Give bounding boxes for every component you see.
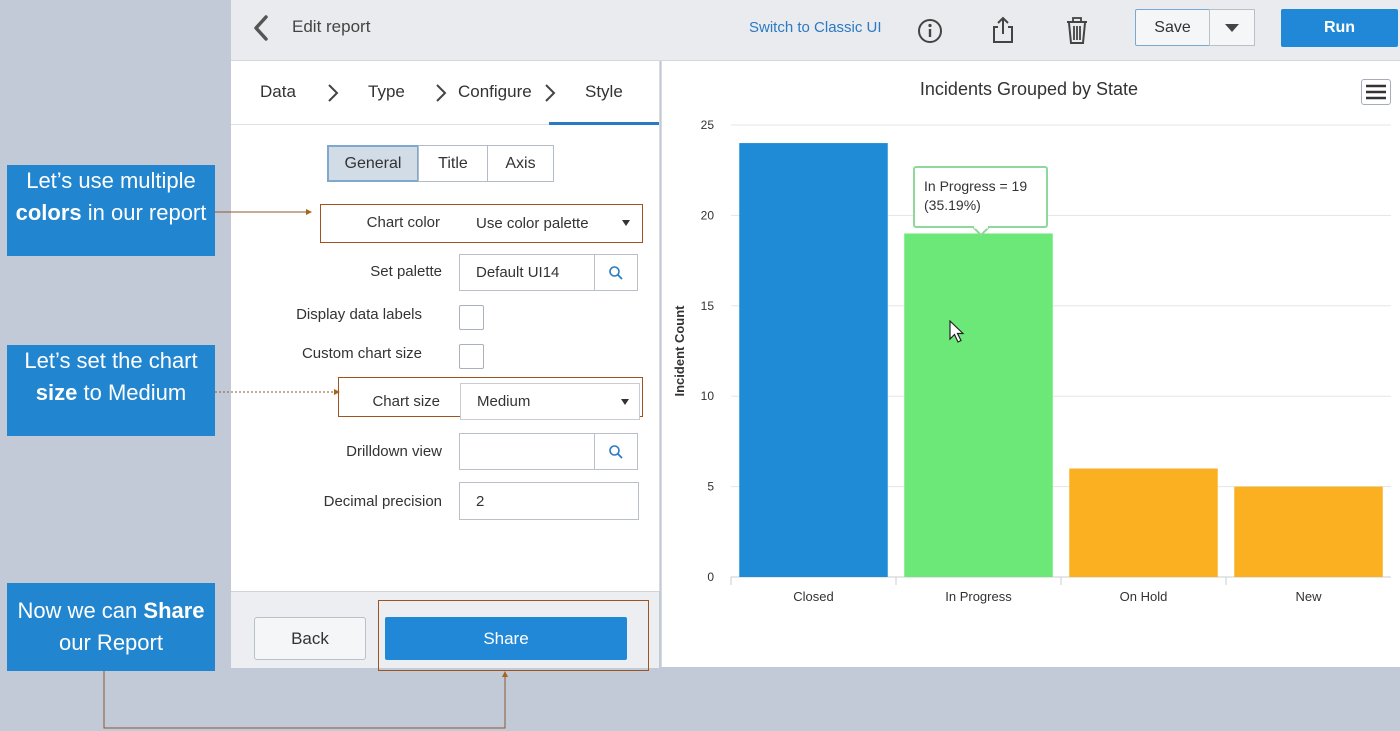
- callout-connectors: [103, 209, 508, 729]
